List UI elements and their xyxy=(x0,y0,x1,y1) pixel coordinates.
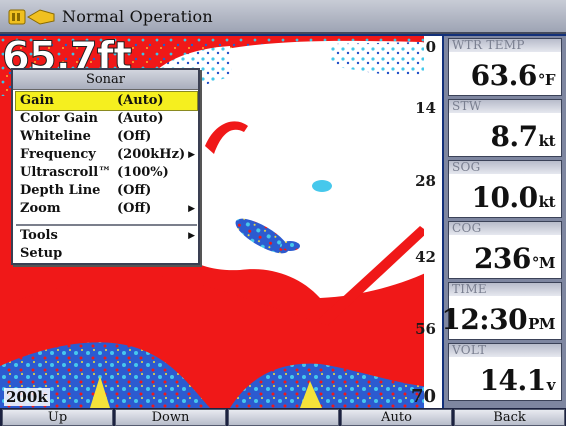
chartplotter-screen: Normal Operation 65.7ft 0 14 28 42 56 70… xyxy=(0,0,566,426)
menu-item-label: Depth Line xyxy=(20,183,101,198)
softkey-auto[interactable]: Auto xyxy=(341,409,452,426)
menu-item-label: Color Gain xyxy=(20,111,98,126)
panel-label: WTR TEMP xyxy=(452,38,525,52)
panel-value: 12:30PM xyxy=(441,303,555,336)
menu-item-value: (Auto) xyxy=(117,111,164,126)
panel-unit: °M xyxy=(531,254,556,272)
menu-item-label: Gain xyxy=(20,93,54,108)
panel-unit: v xyxy=(546,376,556,394)
depth-scale-label: 28 xyxy=(415,172,436,190)
menu-item-gain[interactable]: Gain (Auto) xyxy=(15,91,198,111)
panel-label: SOG xyxy=(452,160,481,174)
panel-value: 14.1v xyxy=(479,364,556,397)
menu-item-value: (Auto) xyxy=(117,93,164,108)
depth-scale-label: 0 xyxy=(425,38,436,56)
status-title: Normal Operation xyxy=(62,7,213,26)
data-panel-cog: COG 236°M xyxy=(448,221,562,279)
panel-number: 8.7 xyxy=(490,120,538,153)
panel-value: 63.6°F xyxy=(470,59,556,92)
menu-item-value: (100%) xyxy=(117,165,169,180)
panel-unit: kt xyxy=(538,132,556,150)
panel-label: COG xyxy=(452,221,482,235)
boat-icon xyxy=(27,9,55,25)
data-panel-water-temp: WTR TEMP 63.6°F xyxy=(448,38,562,96)
menu-item-ultrascroll[interactable]: Ultrascroll™ (100%) xyxy=(16,164,197,182)
menu-item-value: (Off) xyxy=(117,129,152,144)
panel-number: 10.0 xyxy=(471,181,538,214)
menu-item-color-gain[interactable]: Color Gain (Auto) xyxy=(16,110,197,128)
panel-value: 8.7kt xyxy=(490,120,555,153)
menu-item-value: (200kHz) xyxy=(117,147,186,162)
menu-item-label: Zoom xyxy=(20,201,61,216)
menu-divider xyxy=(16,224,197,226)
data-panel-volt: VOLT 14.1v xyxy=(448,343,562,401)
menu-item-depth-line[interactable]: Depth Line (Off) xyxy=(16,182,197,200)
panel-value: 236°M xyxy=(473,242,556,275)
depth-scale-label: 42 xyxy=(415,248,436,266)
data-panel-time: TIME 12:30PM xyxy=(441,282,562,340)
sonar-menu: Sonar Gain (Auto) Color Gain (Auto) Whit… xyxy=(11,68,200,265)
data-panels: WTR TEMP 63.6°F STW 8.7kt SOG 10.0kt COG… xyxy=(441,36,566,408)
menu-item-label: Setup xyxy=(20,246,63,261)
menu-item-zoom[interactable]: Zoom (Off) ▶ xyxy=(16,200,197,218)
menu-item-value: (Off) xyxy=(117,201,152,216)
depth-scale-label: 14 xyxy=(415,99,436,117)
menu-item-label: Whiteline xyxy=(20,129,91,144)
panel-unit: PM xyxy=(528,315,555,333)
panel-number: 14.1 xyxy=(479,364,547,397)
submenu-arrow-icon: ▶ xyxy=(188,231,195,241)
panel-number: 63.6 xyxy=(470,59,538,92)
menu-item-label: Ultrascroll™ xyxy=(20,165,112,180)
frequency-label: 200k xyxy=(4,388,50,406)
panel-number: 12:30 xyxy=(441,303,528,336)
panel-unit: °F xyxy=(537,71,556,89)
submenu-arrow-icon: ▶ xyxy=(188,204,195,214)
data-panel-stw: STW 8.7kt xyxy=(448,99,562,157)
softkey-back[interactable]: Back xyxy=(454,409,565,426)
panel-value: 10.0kt xyxy=(471,181,555,214)
panel-label: TIME xyxy=(452,282,487,296)
status-icons xyxy=(8,9,55,25)
panel-label: VOLT xyxy=(452,343,487,357)
menu-item-setup[interactable]: Setup xyxy=(16,245,197,263)
menu-item-frequency[interactable]: Frequency (200kHz) ▶ xyxy=(16,146,197,164)
menu-item-whiteline[interactable]: Whiteline (Off) xyxy=(16,128,197,146)
panel-unit: kt xyxy=(538,193,556,211)
softkey-up[interactable]: Up xyxy=(2,409,113,426)
softkey-down[interactable]: Down xyxy=(115,409,226,426)
battery-icon xyxy=(8,9,26,25)
depth-scale-label: 56 xyxy=(415,320,436,338)
depth-scale-label: 70 xyxy=(410,386,436,407)
menu-item-tools[interactable]: Tools ▶ xyxy=(16,227,197,245)
panel-number: 236 xyxy=(473,242,531,275)
menu-title: Sonar xyxy=(13,70,198,90)
panel-label: STW xyxy=(452,99,482,113)
menu-item-label: Tools xyxy=(20,228,58,243)
data-panel-sog: SOG 10.0kt xyxy=(448,160,562,218)
menu-item-label: Frequency xyxy=(20,147,96,162)
submenu-arrow-icon: ▶ xyxy=(188,150,195,160)
status-bar: Normal Operation xyxy=(0,0,566,34)
softkey-blank[interactable] xyxy=(228,409,339,426)
softkey-bar: Up Down Auto Back xyxy=(0,408,566,426)
menu-item-value: (Off) xyxy=(117,183,152,198)
